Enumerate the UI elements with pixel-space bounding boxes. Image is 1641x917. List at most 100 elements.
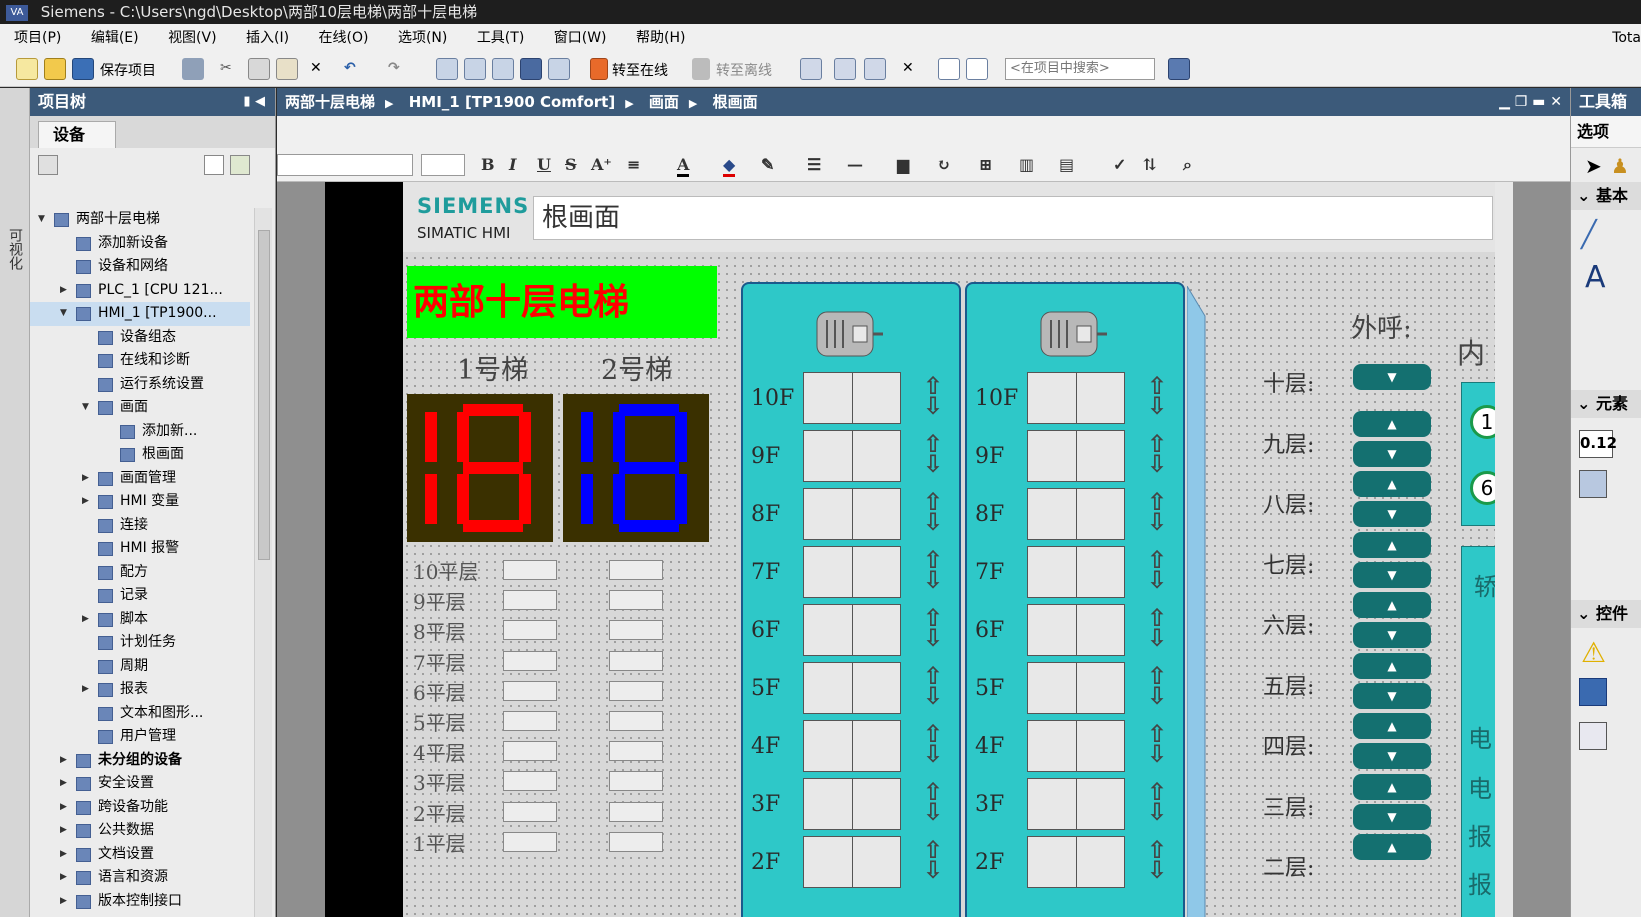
- elevator-door[interactable]: [803, 372, 901, 424]
- tree-node[interactable]: ▶ PLC_1 [CPU 121...: [30, 279, 250, 303]
- leveling-indicator-elevator-2[interactable]: [609, 650, 663, 671]
- elevator-2-label[interactable]: 2号梯: [601, 348, 672, 387]
- leveling-indicator-elevator-1[interactable]: [503, 831, 557, 852]
- undo-icon[interactable]: ↶: [344, 60, 356, 76]
- redo-icon[interactable]: ↷: [388, 60, 400, 76]
- elevator-door[interactable]: [1027, 778, 1125, 830]
- breadcrumb-screens[interactable]: 画面: [649, 93, 679, 111]
- leveling-indicator-elevator-2[interactable]: [609, 560, 663, 580]
- network-view-icon[interactable]: [38, 155, 58, 175]
- user-view-icon[interactable]: [1579, 722, 1607, 750]
- align-objects-button[interactable]: ⊞: [979, 155, 992, 174]
- paste-icon[interactable]: [276, 58, 298, 80]
- call-down-button[interactable]: ▼: [1353, 364, 1431, 390]
- elevator-door[interactable]: [803, 604, 901, 656]
- leveling-indicator-elevator-1[interactable]: [503, 801, 557, 822]
- elevator-door[interactable]: [803, 546, 901, 598]
- sort-button[interactable]: ⇅: [1143, 155, 1156, 174]
- tree-node[interactable]: ▶ 脚本: [30, 608, 250, 632]
- line-tool-icon[interactable]: ╱: [1581, 220, 1609, 250]
- refresh-icon[interactable]: [230, 155, 250, 175]
- search-icon[interactable]: [1168, 58, 1190, 80]
- go-online-button[interactable]: 转至在线: [612, 60, 668, 80]
- section-basic[interactable]: ⌄ 基本: [1571, 182, 1641, 210]
- leveling-indicator-elevator-1[interactable]: [503, 771, 557, 792]
- expand-down-icon[interactable]: ▼: [38, 208, 45, 232]
- expand-right-icon[interactable]: ▶: [60, 772, 67, 796]
- project-tree-scrollbar[interactable]: [254, 208, 272, 917]
- menu-window[interactable]: 窗口(W): [543, 24, 618, 52]
- leveling-indicator-elevator-2[interactable]: [609, 801, 663, 822]
- menu-online[interactable]: 在线(O): [308, 24, 380, 52]
- section-elements[interactable]: ⌄ 元素: [1571, 390, 1641, 418]
- download-icon[interactable]: [464, 58, 486, 80]
- expand-right-icon[interactable]: ▶: [82, 678, 89, 702]
- elevator-1-label[interactable]: 1号梯: [457, 348, 528, 387]
- call-down-button[interactable]: ▼: [1353, 561, 1431, 588]
- recipe-view-icon[interactable]: [1579, 678, 1607, 706]
- stop-simulation-icon[interactable]: [548, 58, 570, 80]
- leveling-indicator-elevator-1[interactable]: [503, 560, 557, 580]
- elevator-door[interactable]: [1027, 604, 1125, 656]
- split-vertical-icon[interactable]: [966, 58, 988, 80]
- menu-insert[interactable]: 插入(I): [235, 24, 300, 52]
- call-up-button[interactable]: ▲: [1353, 592, 1431, 618]
- font-size-select[interactable]: [421, 154, 465, 176]
- pointer-icon[interactable]: ➤: [1585, 154, 1613, 182]
- tree-node[interactable]: 计划任务: [30, 631, 250, 655]
- expand-right-icon[interactable]: ▶: [60, 866, 67, 890]
- call-up-button[interactable]: ▲: [1353, 834, 1431, 860]
- fill-color-button[interactable]: ◆: [723, 155, 736, 177]
- tree-node[interactable]: 添加新...: [30, 420, 250, 444]
- elevator-door[interactable]: [1027, 430, 1125, 482]
- expand-right-icon[interactable]: ▶: [60, 749, 67, 773]
- tree-node[interactable]: ▶ 公共数据: [30, 819, 250, 843]
- menu-options[interactable]: 选项(N): [387, 24, 458, 52]
- tree-node[interactable]: ▼ 两部十层电梯: [30, 208, 250, 232]
- start-simulation-icon[interactable]: [520, 58, 542, 80]
- breadcrumb-project[interactable]: 两部十层电梯: [285, 93, 375, 111]
- new-project-icon[interactable]: [16, 58, 38, 80]
- accessible-devices-icon[interactable]: [800, 58, 822, 80]
- leveling-indicator-elevator-1[interactable]: [503, 620, 557, 641]
- call-up-button[interactable]: ▲: [1353, 471, 1431, 497]
- expand-down-icon[interactable]: ▼: [82, 396, 89, 420]
- leveling-indicator-elevator-1[interactable]: [503, 680, 557, 701]
- leveling-indicator-elevator-1[interactable]: [503, 741, 557, 762]
- call-down-button[interactable]: ▼: [1353, 803, 1431, 830]
- font-size-up-button[interactable]: A⁺: [591, 155, 612, 174]
- leveling-indicator-elevator-1[interactable]: [503, 590, 557, 611]
- open-project-icon[interactable]: [44, 58, 66, 80]
- line-width-button[interactable]: ☰: [807, 155, 821, 174]
- elevator-door[interactable]: [1027, 720, 1125, 772]
- tree-node[interactable]: 在线和诊断: [30, 349, 250, 373]
- align-icon[interactable]: ≡: [627, 155, 640, 174]
- elevator-door[interactable]: [1027, 488, 1125, 540]
- screen-title-field[interactable]: 根画面: [533, 196, 1493, 240]
- elevator-door[interactable]: [803, 720, 901, 772]
- same-size-button[interactable]: ▤: [1059, 155, 1074, 174]
- io-field-icon[interactable]: 0.12: [1579, 430, 1617, 458]
- user-icon[interactable]: ♟: [1611, 154, 1639, 182]
- tree-node[interactable]: 根画面: [30, 443, 250, 467]
- leveling-indicator-elevator-2[interactable]: [609, 620, 663, 641]
- call-up-button[interactable]: ▲: [1353, 652, 1431, 679]
- elevator-door[interactable]: [803, 836, 901, 888]
- leveling-indicator-elevator-2[interactable]: [609, 741, 663, 762]
- line-color-button[interactable]: ✎: [761, 155, 774, 174]
- elevator-2-floor-display[interactable]: [563, 394, 709, 542]
- tree-node[interactable]: ▶ 安全设置: [30, 772, 250, 796]
- font-select[interactable]: [277, 154, 413, 176]
- tree-node[interactable]: 运行系统设置: [30, 373, 250, 397]
- canvas-scrollbar[interactable]: [1495, 182, 1513, 917]
- leveling-indicator-elevator-2[interactable]: [609, 831, 663, 852]
- tree-node[interactable]: 配方: [30, 561, 250, 585]
- call-up-button[interactable]: ▲: [1353, 531, 1431, 558]
- elevator-door[interactable]: [803, 662, 901, 714]
- tree-node[interactable]: 记录: [30, 584, 250, 608]
- expand-right-icon[interactable]: ▶: [60, 796, 67, 820]
- leveling-indicator-elevator-1[interactable]: [503, 650, 557, 671]
- menu-help[interactable]: 帮助(H): [625, 24, 696, 52]
- leveling-indicator-elevator-2[interactable]: [609, 711, 663, 731]
- menu-view[interactable]: 视图(V): [157, 24, 228, 52]
